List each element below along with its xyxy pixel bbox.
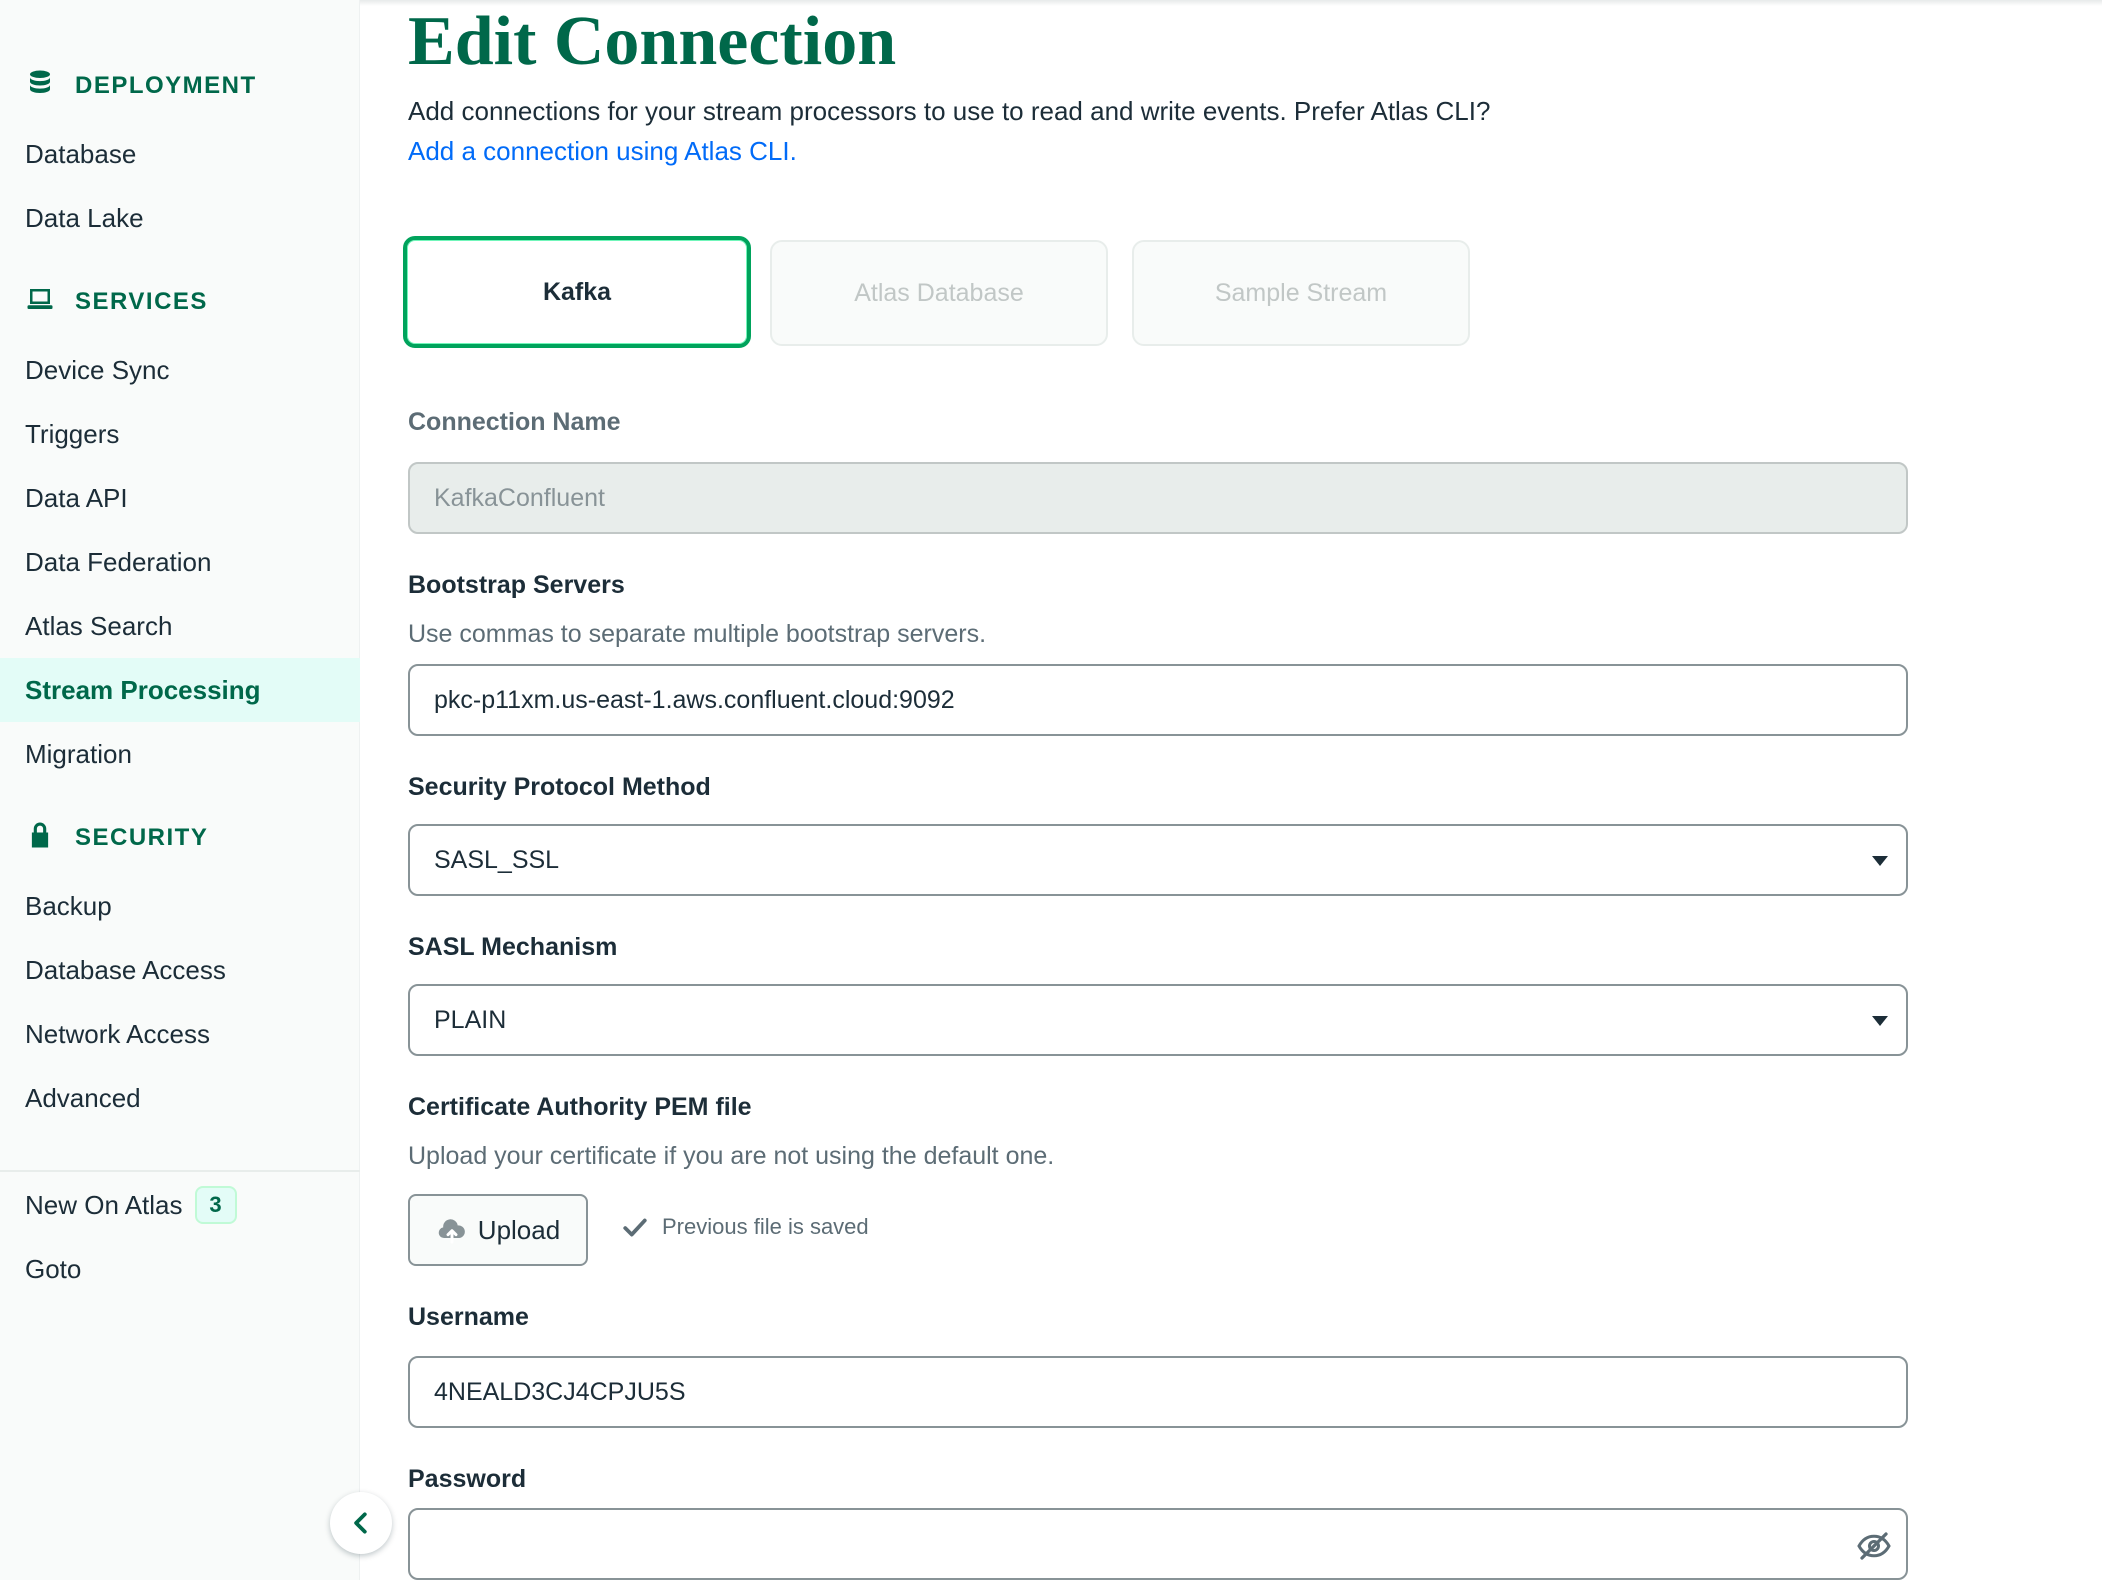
- database-stack-icon: [25, 68, 55, 105]
- select-value: PLAIN: [434, 1005, 507, 1034]
- sidebar-item-label: New On Atlas: [25, 1189, 183, 1220]
- sidebar-item-goto[interactable]: Goto: [0, 1237, 360, 1301]
- sidebar-section-label: SECURITY: [75, 824, 209, 851]
- laptop-icon: [25, 284, 55, 321]
- bootstrap-servers-label: Bootstrap Servers: [408, 571, 625, 599]
- password-label: Password: [408, 1465, 527, 1493]
- page-description: Add connections for your stream processo…: [408, 96, 1491, 126]
- upload-label: Upload: [477, 1214, 561, 1245]
- caret-down-icon: [1872, 856, 1888, 866]
- sidebar-item-data-federation[interactable]: Data Federation: [0, 530, 360, 594]
- caret-down-icon: [1872, 1016, 1888, 1026]
- file-saved-text: Previous file is saved: [662, 1214, 869, 1239]
- sidebar-section-label: SERVICES: [75, 288, 208, 315]
- sidebar-item-data-api[interactable]: Data API: [0, 466, 360, 530]
- upload-button[interactable]: Upload: [408, 1194, 588, 1266]
- atlas-cli-link[interactable]: Add a connection using Atlas CLI.: [408, 136, 797, 167]
- eye-slash-icon[interactable]: [1856, 1528, 1892, 1564]
- password-input[interactable]: [408, 1508, 1908, 1580]
- connection-name-label: Connection Name: [408, 408, 621, 436]
- bootstrap-servers-help: Use commas to separate multiple bootstra…: [408, 620, 987, 648]
- count-badge: 3: [194, 1186, 237, 1224]
- bootstrap-servers-input[interactable]: pkc-p11xm.us-east-1.aws.confluent.cloud:…: [408, 664, 1908, 736]
- ca-pem-help: Upload your certificate if you are not u…: [408, 1142, 1055, 1170]
- sidebar-section-security: SECURITY: [25, 818, 208, 858]
- username-input[interactable]: 4NEALD3CJ4CPJU5S: [408, 1356, 1908, 1428]
- sidebar-item-triggers[interactable]: Triggers: [0, 402, 360, 466]
- sasl-mechanism-select[interactable]: PLAIN: [408, 984, 1908, 1056]
- security-protocol-label: Security Protocol Method: [408, 773, 711, 801]
- select-value: SASL_SSL: [434, 845, 560, 874]
- sasl-mechanism-label: SASL Mechanism: [408, 933, 618, 961]
- sidebar-item-atlas-search[interactable]: Atlas Search: [0, 594, 360, 658]
- sidebar-section-deployment: DEPLOYMENT: [25, 66, 257, 106]
- sidebar-divider: [0, 1170, 360, 1172]
- sidebar-section-services: SERVICES: [25, 282, 208, 322]
- connection-type-sample-stream[interactable]: Sample Stream: [1132, 240, 1470, 346]
- ca-pem-label: Certificate Authority PEM file: [408, 1093, 752, 1121]
- sidebar-item-backup[interactable]: Backup: [0, 874, 360, 938]
- sidebar-item-migration[interactable]: Migration: [0, 722, 360, 786]
- security-protocol-select[interactable]: SASL_SSL: [408, 824, 1908, 896]
- cloud-upload-icon: [438, 1219, 465, 1244]
- sidebar-item-database-access[interactable]: Database Access: [0, 938, 360, 1002]
- checkmark-icon: [623, 1218, 647, 1237]
- sidebar-item-database[interactable]: Database: [0, 122, 360, 186]
- sidebar-section-label: DEPLOYMENT: [75, 72, 257, 99]
- app-root: DEPLOYMENT Database Data Lake SERVICES D…: [0, 0, 2102, 1580]
- username-label: Username: [408, 1303, 529, 1331]
- sidebar-item-advanced[interactable]: Advanced: [0, 1066, 360, 1130]
- main-content: Edit Connection Add connections for your…: [360, 0, 2102, 1580]
- sidebar-item-data-lake[interactable]: Data Lake: [0, 186, 360, 250]
- connection-name-input[interactable]: KafkaConfluent: [408, 462, 1908, 534]
- sidebar-item-network-access[interactable]: Network Access: [0, 1002, 360, 1066]
- lock-icon: [25, 820, 55, 857]
- connection-type-atlas-database[interactable]: Atlas Database: [770, 240, 1108, 346]
- sidebar: DEPLOYMENT Database Data Lake SERVICES D…: [0, 0, 392, 1580]
- connection-type-kafka[interactable]: Kafka: [403, 236, 751, 348]
- sidebar-item-new-on-atlas[interactable]: New On Atlas 3: [0, 1173, 360, 1237]
- page-title: Edit Connection: [408, 3, 897, 80]
- file-saved-status: Previous file is saved: [622, 1214, 869, 1240]
- sidebar-item-stream-processing[interactable]: Stream Processing: [0, 658, 360, 722]
- sidebar-item-device-sync[interactable]: Device Sync: [0, 338, 360, 402]
